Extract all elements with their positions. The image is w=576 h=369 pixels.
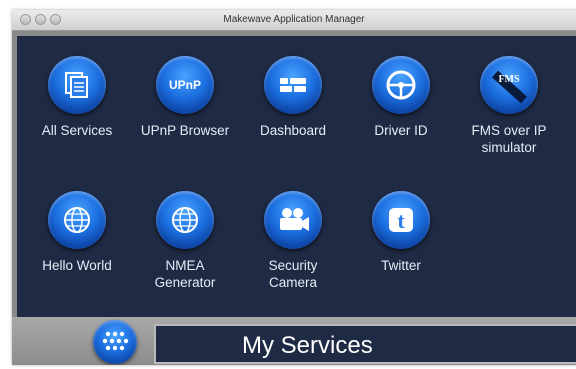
service-dashboard[interactable]: Dashboard	[238, 56, 348, 139]
grid-menu-button[interactable]	[93, 320, 137, 364]
section-title: My Services	[242, 332, 373, 359]
twitter-glyph: t	[397, 208, 405, 233]
video-camera-icon	[264, 191, 322, 249]
upnp-icon: UPnP	[156, 56, 214, 114]
tile-label: Hello World	[42, 258, 112, 273]
tile-label: UPnP Browser	[140, 123, 230, 138]
tile-label: FMS over IP simulator	[471, 123, 547, 155]
services-grid: All Services UPnP UPnP Browser Dashboard	[12, 31, 576, 317]
all-services-icon	[48, 56, 106, 114]
steering-wheel-icon	[372, 56, 430, 114]
dashboard-icon	[264, 56, 322, 114]
service-twitter[interactable]: t Twitter	[346, 191, 456, 274]
service-security-camera[interactable]: Security Camera	[238, 191, 348, 291]
globe-icon	[156, 191, 214, 249]
title-bar: Makewave Application Manager	[12, 10, 576, 31]
bottom-bar: My Services	[12, 317, 576, 365]
fms-glyph: FMS	[498, 74, 520, 85]
fms-icon: FMS	[480, 56, 538, 114]
section-title-box: My Services	[154, 324, 576, 364]
tile-label: All Services	[41, 123, 113, 138]
service-nmea-generator[interactable]: NMEA Generator	[130, 191, 240, 291]
globe-icon	[48, 191, 106, 249]
upnp-glyph: UPnP	[169, 78, 201, 92]
app-window: Makewave Application Manager All Service…	[12, 10, 576, 365]
service-fms-simulator[interactable]: FMS FMS over IP simulator	[454, 56, 564, 156]
window-title: Makewave Application Manager	[223, 14, 365, 25]
service-all-services[interactable]: All Services	[22, 56, 132, 139]
tile-label: Dashboard	[259, 123, 327, 138]
grid-menu-icon	[102, 331, 129, 351]
tile-label: Security Camera	[268, 258, 318, 290]
service-hello-world[interactable]: Hello World	[22, 191, 132, 274]
tile-label: Driver ID	[374, 123, 428, 138]
twitter-icon: t	[372, 191, 430, 249]
tile-label: Twitter	[381, 258, 421, 273]
service-upnp-browser[interactable]: UPnP UPnP Browser	[130, 56, 240, 139]
service-driver-id[interactable]: Driver ID	[346, 56, 456, 139]
tile-label: NMEA Generator	[154, 258, 216, 290]
